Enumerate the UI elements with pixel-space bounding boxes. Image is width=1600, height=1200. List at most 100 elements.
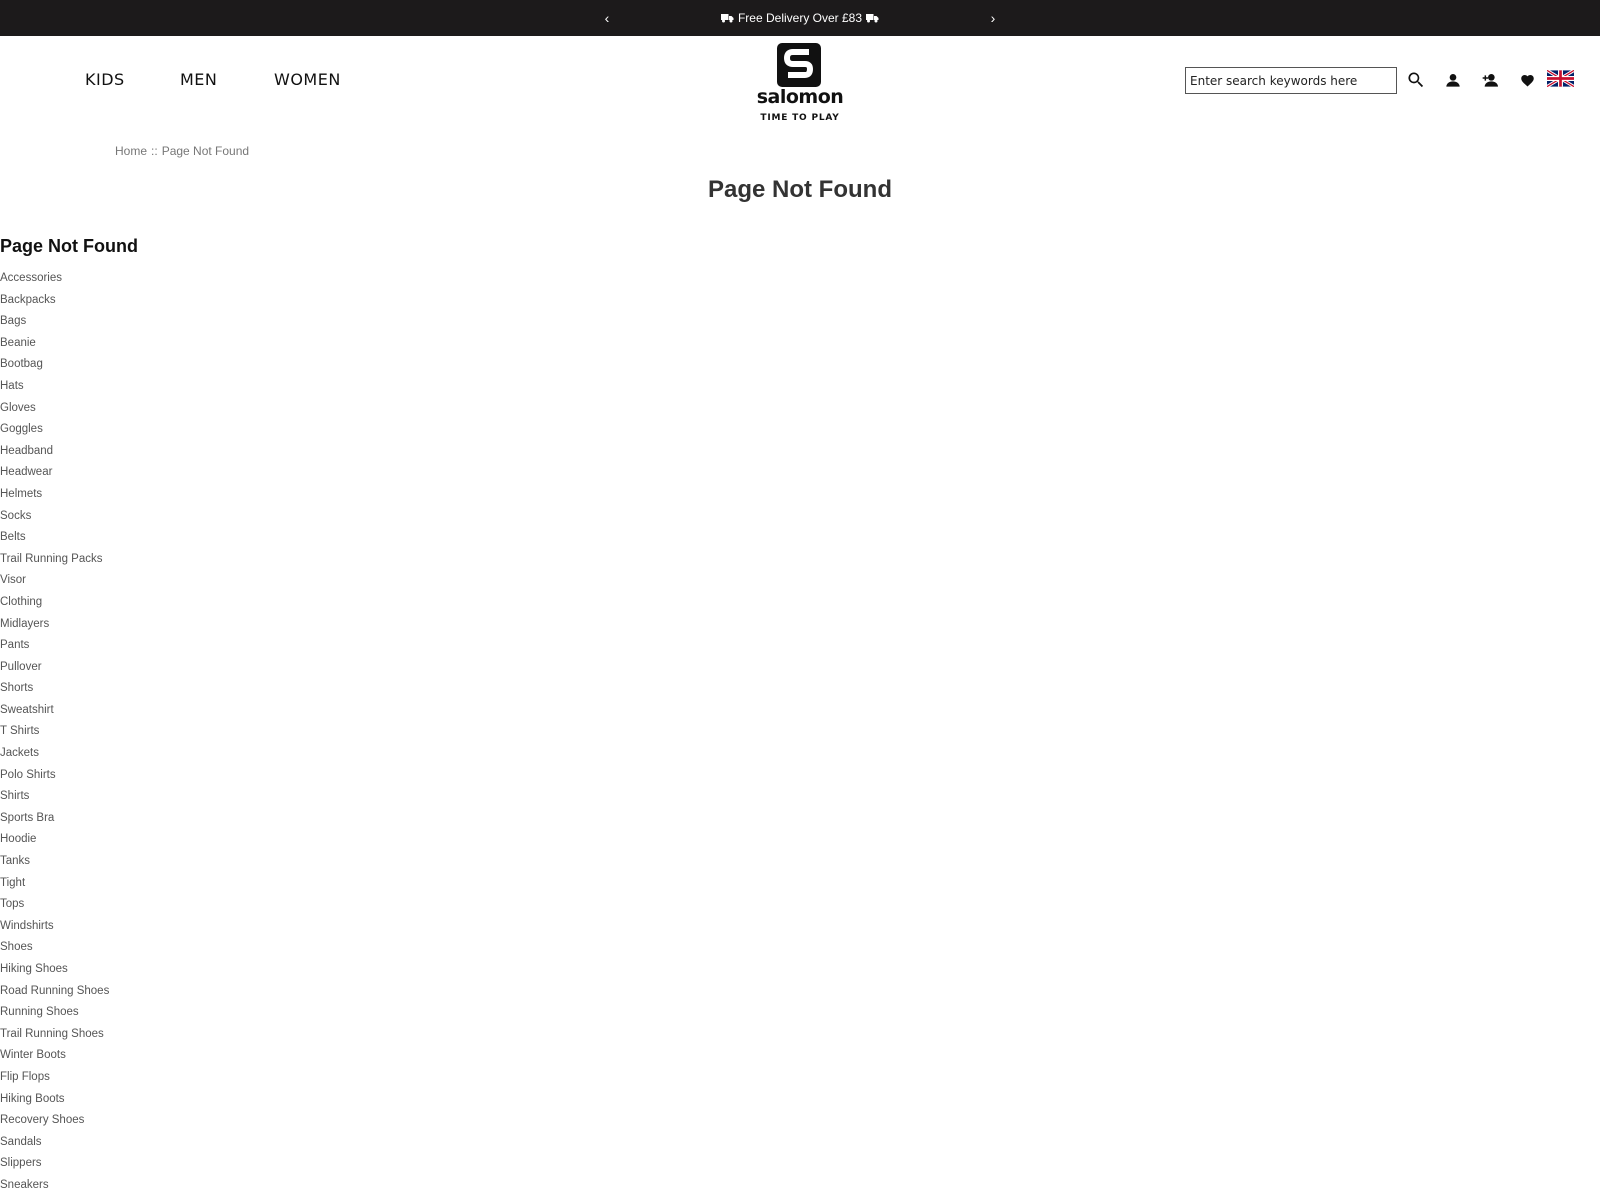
category-link[interactable]: Shirts	[0, 790, 29, 802]
category-link[interactable]: Gloves	[0, 402, 36, 414]
category-link[interactable]: Tops	[0, 898, 24, 910]
uk-flag-icon[interactable]	[1547, 70, 1574, 87]
list-item: Hiking Boots	[0, 1089, 109, 1111]
promo-text: Free Delivery Over £83	[737, 11, 863, 25]
category-link[interactable]: Backpacks	[0, 294, 56, 306]
list-item: Polo Shirts	[0, 765, 109, 787]
search-input[interactable]	[1185, 67, 1397, 94]
list-item: Socks	[0, 506, 109, 528]
salomon-s-mark-icon	[777, 43, 821, 87]
category-link[interactable]: Hiking Boots	[0, 1093, 65, 1105]
category-link[interactable]: Tight	[0, 877, 25, 889]
category-link[interactable]: Bootbag	[0, 358, 43, 370]
category-link[interactable]: Hats	[0, 380, 24, 392]
list-item: Recovery Shoes	[0, 1110, 109, 1132]
nav-men[interactable]: MEN	[180, 70, 217, 89]
category-link[interactable]: Flip Flops	[0, 1071, 50, 1083]
list-item: Helmets	[0, 484, 109, 506]
breadcrumb-current: Page Not Found	[161, 144, 250, 158]
list-item: Shorts	[0, 678, 109, 700]
list-item: Shoes	[0, 937, 109, 959]
list-item: Sneakers	[0, 1175, 109, 1197]
list-item: Midlayers	[0, 614, 109, 636]
list-item: Beanie	[0, 333, 109, 355]
category-link[interactable]: Road Running Shoes	[0, 985, 109, 997]
category-link[interactable]: Slippers	[0, 1157, 42, 1169]
nav-women[interactable]: WOMEN	[274, 70, 341, 89]
list-item: Slippers	[0, 1153, 109, 1175]
category-link[interactable]: Pants	[0, 639, 29, 651]
list-item: Gloves	[0, 398, 109, 420]
category-link[interactable]: Hiking Shoes	[0, 963, 68, 975]
list-item: Windshirts	[0, 916, 109, 938]
category-link[interactable]: Belts	[0, 531, 26, 543]
category-link[interactable]: Sandals	[0, 1136, 42, 1148]
category-link[interactable]: Running Shoes	[0, 1006, 79, 1018]
list-item: Running Shoes	[0, 1002, 109, 1024]
promo-next-button[interactable]: ›	[985, 8, 1001, 28]
category-link[interactable]: Recovery Shoes	[0, 1114, 84, 1126]
chevron-right-icon: ›	[990, 10, 996, 26]
category-link[interactable]: T Shirts	[0, 725, 39, 737]
category-link[interactable]: Tanks	[0, 855, 30, 867]
category-link[interactable]: Visor	[0, 574, 26, 586]
list-item: Winter Boots	[0, 1045, 109, 1067]
list-item: Hoodie	[0, 829, 109, 851]
list-item: Pullover	[0, 657, 109, 679]
category-link[interactable]: Socks	[0, 510, 31, 522]
logo-tagline: TIME TO PLAY	[760, 113, 840, 123]
category-link[interactable]: Sweatshirt	[0, 704, 54, 716]
user-add-icon	[1482, 74, 1498, 87]
category-link[interactable]: Shoes	[0, 941, 33, 953]
category-link[interactable]: Midlayers	[0, 618, 49, 630]
breadcrumb-home[interactable]: Home	[115, 144, 147, 158]
category-link[interactable]: Jackets	[0, 747, 39, 759]
list-item: Trail Running Packs	[0, 549, 109, 571]
list-item: Belts	[0, 527, 109, 549]
list-item: Accessories	[0, 268, 109, 290]
category-link[interactable]: Beanie	[0, 337, 36, 349]
truck-icon	[720, 14, 734, 23]
list-item: Visor	[0, 570, 109, 592]
search-icon	[1408, 72, 1424, 88]
category-link[interactable]: Trail Running Packs	[0, 553, 102, 565]
category-link[interactable]: Windshirts	[0, 920, 54, 932]
list-item: Headband	[0, 441, 109, 463]
category-link[interactable]: Helmets	[0, 488, 42, 500]
list-item: Flip Flops	[0, 1067, 109, 1089]
search-button[interactable]	[1404, 68, 1428, 92]
category-link[interactable]: Headband	[0, 445, 53, 457]
account-button[interactable]	[1441, 68, 1465, 92]
promo-bar: ‹ Free Delivery Over £83 ›	[0, 0, 1600, 36]
wishlist-button[interactable]	[1515, 68, 1539, 92]
list-item: Road Running Shoes	[0, 981, 109, 1003]
list-item: T Shirts	[0, 721, 109, 743]
category-link[interactable]: Trail Running Shoes	[0, 1028, 104, 1040]
list-item: Jackets	[0, 743, 109, 765]
list-item: Backpacks	[0, 290, 109, 312]
category-link[interactable]: Winter Boots	[0, 1049, 66, 1061]
nav-kids[interactable]: KIDS	[85, 70, 125, 89]
category-link[interactable]: Sneakers	[0, 1179, 49, 1191]
list-item: Pants	[0, 635, 109, 657]
promo-message: Free Delivery Over £83	[0, 0, 1600, 36]
category-link[interactable]: Clothing	[0, 596, 42, 608]
category-link[interactable]: Headwear	[0, 466, 52, 478]
category-link[interactable]: Sports Bra	[0, 812, 54, 824]
salomon-logo[interactable]: salomon TIME TO PLAY	[748, 43, 852, 127]
category-link[interactable]: Polo Shirts	[0, 769, 56, 781]
category-list: Accessories Backpacks Bags Beanie Bootbag Hat…	[0, 268, 109, 1197]
breadcrumb-separator: ::	[151, 144, 158, 158]
truck-icon	[866, 14, 879, 23]
category-link[interactable]: Shorts	[0, 682, 33, 694]
category-link[interactable]: Goggles	[0, 423, 43, 435]
list-item: Shirts	[0, 786, 109, 808]
list-item: Sandals	[0, 1132, 109, 1154]
user-icon	[1446, 74, 1460, 87]
category-link[interactable]: Hoodie	[0, 833, 36, 845]
category-link[interactable]: Pullover	[0, 661, 42, 673]
register-button[interactable]	[1478, 68, 1502, 92]
category-link[interactable]: Bags	[0, 315, 26, 327]
category-link[interactable]: Accessories	[0, 272, 62, 284]
heart-icon	[1520, 75, 1534, 87]
